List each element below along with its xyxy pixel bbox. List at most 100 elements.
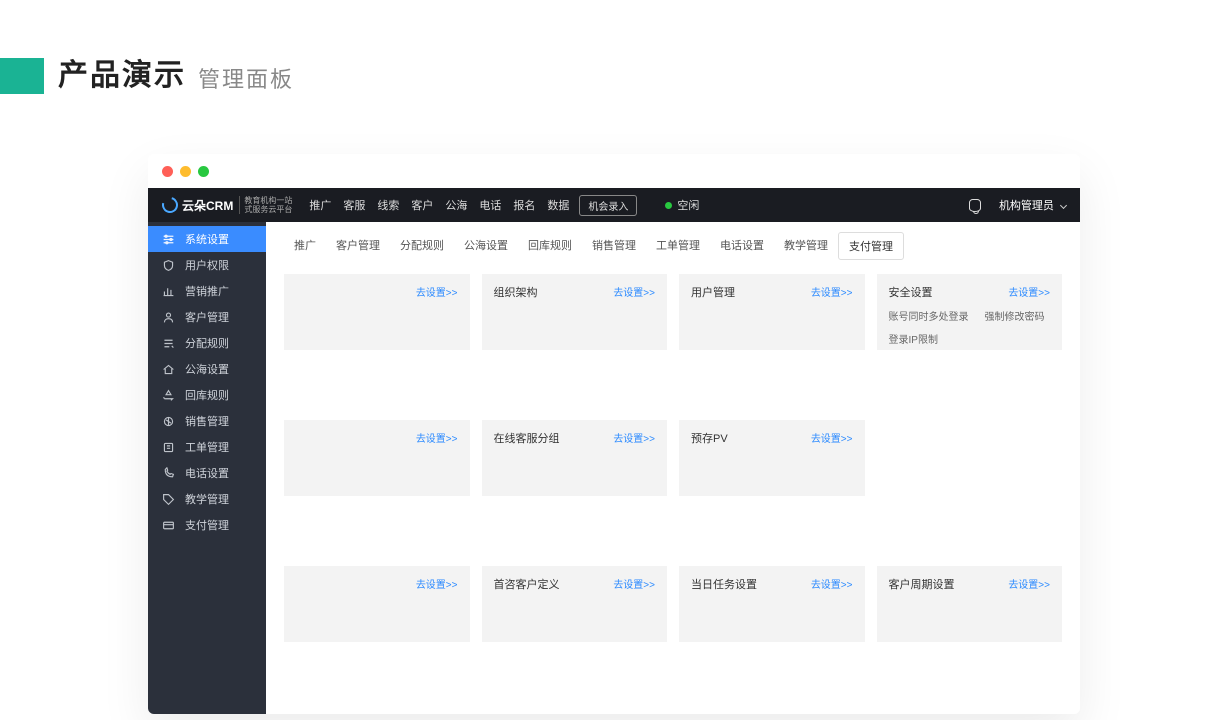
tab-item[interactable]: 支付管理 [838,232,904,260]
sidebar-item-label: 回库规则 [185,387,229,403]
tab-item[interactable]: 客户管理 [326,232,390,260]
go-settings-link[interactable]: 去设置>> [416,576,458,591]
top-nav-item[interactable]: 电话 [479,197,501,213]
accent-block [0,58,44,94]
status-indicator[interactable]: 空闲 [665,197,699,213]
go-settings-link[interactable]: 去设置>> [1008,284,1050,299]
tag-icon [162,493,175,506]
sidebar-item-label: 支付管理 [185,517,229,533]
card-title: 用户管理 [691,284,735,300]
sidebar-item-user-permissions[interactable]: 用户权限 [148,252,266,278]
person-icon [162,311,175,324]
app-window: 云朵CRM 教育机构一站式服务云平台 推广 客服 线索 客户 公海 电话 报名 … [148,154,1080,714]
page-title-main: 产品演示 [58,50,186,94]
sidebar-item-return-rules[interactable]: 回库规则 [148,382,266,408]
sidebar-item-label: 教学管理 [185,491,229,507]
house-icon [162,363,175,376]
sidebar-item-label: 营销推广 [185,283,229,299]
settings-card: 去设置>> [284,420,470,496]
card-title: 在线客服分组 [494,430,560,446]
status-dot-icon [665,202,672,209]
go-settings-link[interactable]: 去设置>> [613,430,655,445]
top-nav-item[interactable]: 公海 [445,197,467,213]
card-title: 客户周期设置 [889,576,955,592]
go-settings-link[interactable]: 去设置>> [613,576,655,591]
sidebar-item-assign-rules[interactable]: 分配规则 [148,330,266,356]
sidebar: 系统设置 用户权限 营销推广 客户管理 分配规则 公海设置 [148,222,266,714]
logo-tagline: 教育机构一站式服务云平台 [239,196,293,214]
sidebar-item-label: 销售管理 [185,413,229,429]
top-nav-item[interactable]: 客服 [343,197,365,213]
settings-sliders-icon [162,233,175,246]
app-bar: 云朵CRM 教育机构一站式服务云平台 推广 客服 线索 客户 公海 电话 报名 … [148,188,1080,222]
top-nav: 推广 客服 线索 客户 公海 电话 报名 数据 [309,197,569,213]
user-menu[interactable]: 机构管理员 [999,197,1066,213]
sidebar-item-marketing[interactable]: 营销推广 [148,278,266,304]
tab-item[interactable]: 电话设置 [710,232,774,260]
tab-item[interactable]: 分配规则 [390,232,454,260]
window-close-button[interactable] [162,166,173,177]
sidebar-item-sales-mgmt[interactable]: 销售管理 [148,408,266,434]
tab-item[interactable]: 推广 [284,232,326,260]
card-icon [162,519,175,532]
sidebar-item-customer-mgmt[interactable]: 客户管理 [148,304,266,330]
sales-icon [162,415,175,428]
go-settings-link[interactable]: 去设置>> [811,576,853,591]
card-title: 当日任务设置 [691,576,757,592]
logo: 云朵CRM 教育机构一站式服务云平台 [162,196,293,214]
tab-item[interactable]: 公海设置 [454,232,518,260]
card-title: 首咨客户定义 [494,576,560,592]
settings-card: 用户管理 去设置>> [679,274,865,350]
card-row-3: 去设置>> 首咨客户定义 去设置>> 当日任务设置 去设置>> [284,566,1062,642]
rules-icon [162,337,175,350]
page-title-sub: 管理面板 [198,62,294,94]
top-nav-item[interactable]: 报名 [513,197,535,213]
top-nav-item[interactable]: 线索 [377,197,399,213]
notification-bell-icon[interactable] [969,199,981,212]
settings-card: 当日任务设置 去设置>> [679,566,865,642]
sidebar-item-payment-mgmt[interactable]: 支付管理 [148,512,266,538]
sidebar-item-teaching-mgmt[interactable]: 教学管理 [148,486,266,512]
bar-chart-icon [162,285,175,298]
settings-card: 组织架构 去设置>> [482,274,668,350]
top-nav-item[interactable]: 客户 [411,197,433,213]
go-settings-link[interactable]: 去设置>> [811,284,853,299]
window-minimize-button[interactable] [180,166,191,177]
settings-card: 客户周期设置 去设置>> [877,566,1063,642]
settings-card: 去设置>> [284,566,470,642]
card-subitem: 登录IP限制 [889,331,938,346]
recycle-icon [162,389,175,402]
logo-icon [159,194,181,216]
card-subitem: 强制修改密码 [985,308,1045,323]
sub-tabs: 推广 客户管理 分配规则 公海设置 回库规则 销售管理 工单管理 电话设置 教学… [284,232,1062,260]
top-nav-item[interactable]: 数据 [547,197,569,213]
sidebar-item-phone-settings[interactable]: 电话设置 [148,460,266,486]
go-settings-link[interactable]: 去设置>> [613,284,655,299]
user-label: 机构管理员 [999,200,1054,212]
go-settings-link[interactable]: 去设置>> [811,430,853,445]
ticket-icon [162,441,175,454]
sidebar-item-pool-settings[interactable]: 公海设置 [148,356,266,382]
sidebar-item-system-settings[interactable]: 系统设置 [148,226,266,252]
sidebar-item-ticket-mgmt[interactable]: 工单管理 [148,434,266,460]
card-row-1: 去设置>> 组织架构 去设置>> 用户管理 去设置>> [284,274,1062,350]
record-entry-button[interactable]: 机会录入 [579,195,637,216]
window-maximize-button[interactable] [198,166,209,177]
card-title: 组织架构 [494,284,538,300]
settings-card: 在线客服分组 去设置>> [482,420,668,496]
top-nav-item[interactable]: 推广 [309,197,331,213]
tab-item[interactable]: 教学管理 [774,232,838,260]
sidebar-item-label: 客户管理 [185,309,229,325]
go-settings-link[interactable]: 去设置>> [416,284,458,299]
go-settings-link[interactable]: 去设置>> [1008,576,1050,591]
tab-item[interactable]: 回库规则 [518,232,582,260]
phone-icon [162,467,175,480]
tab-item[interactable]: 工单管理 [646,232,710,260]
sidebar-item-label: 系统设置 [185,231,229,247]
tab-item[interactable]: 销售管理 [582,232,646,260]
settings-card: 去设置>> [284,274,470,350]
settings-card: 首咨客户定义 去设置>> [482,566,668,642]
sidebar-item-label: 用户权限 [185,257,229,273]
go-settings-link[interactable]: 去设置>> [416,430,458,445]
shield-icon [162,259,175,272]
